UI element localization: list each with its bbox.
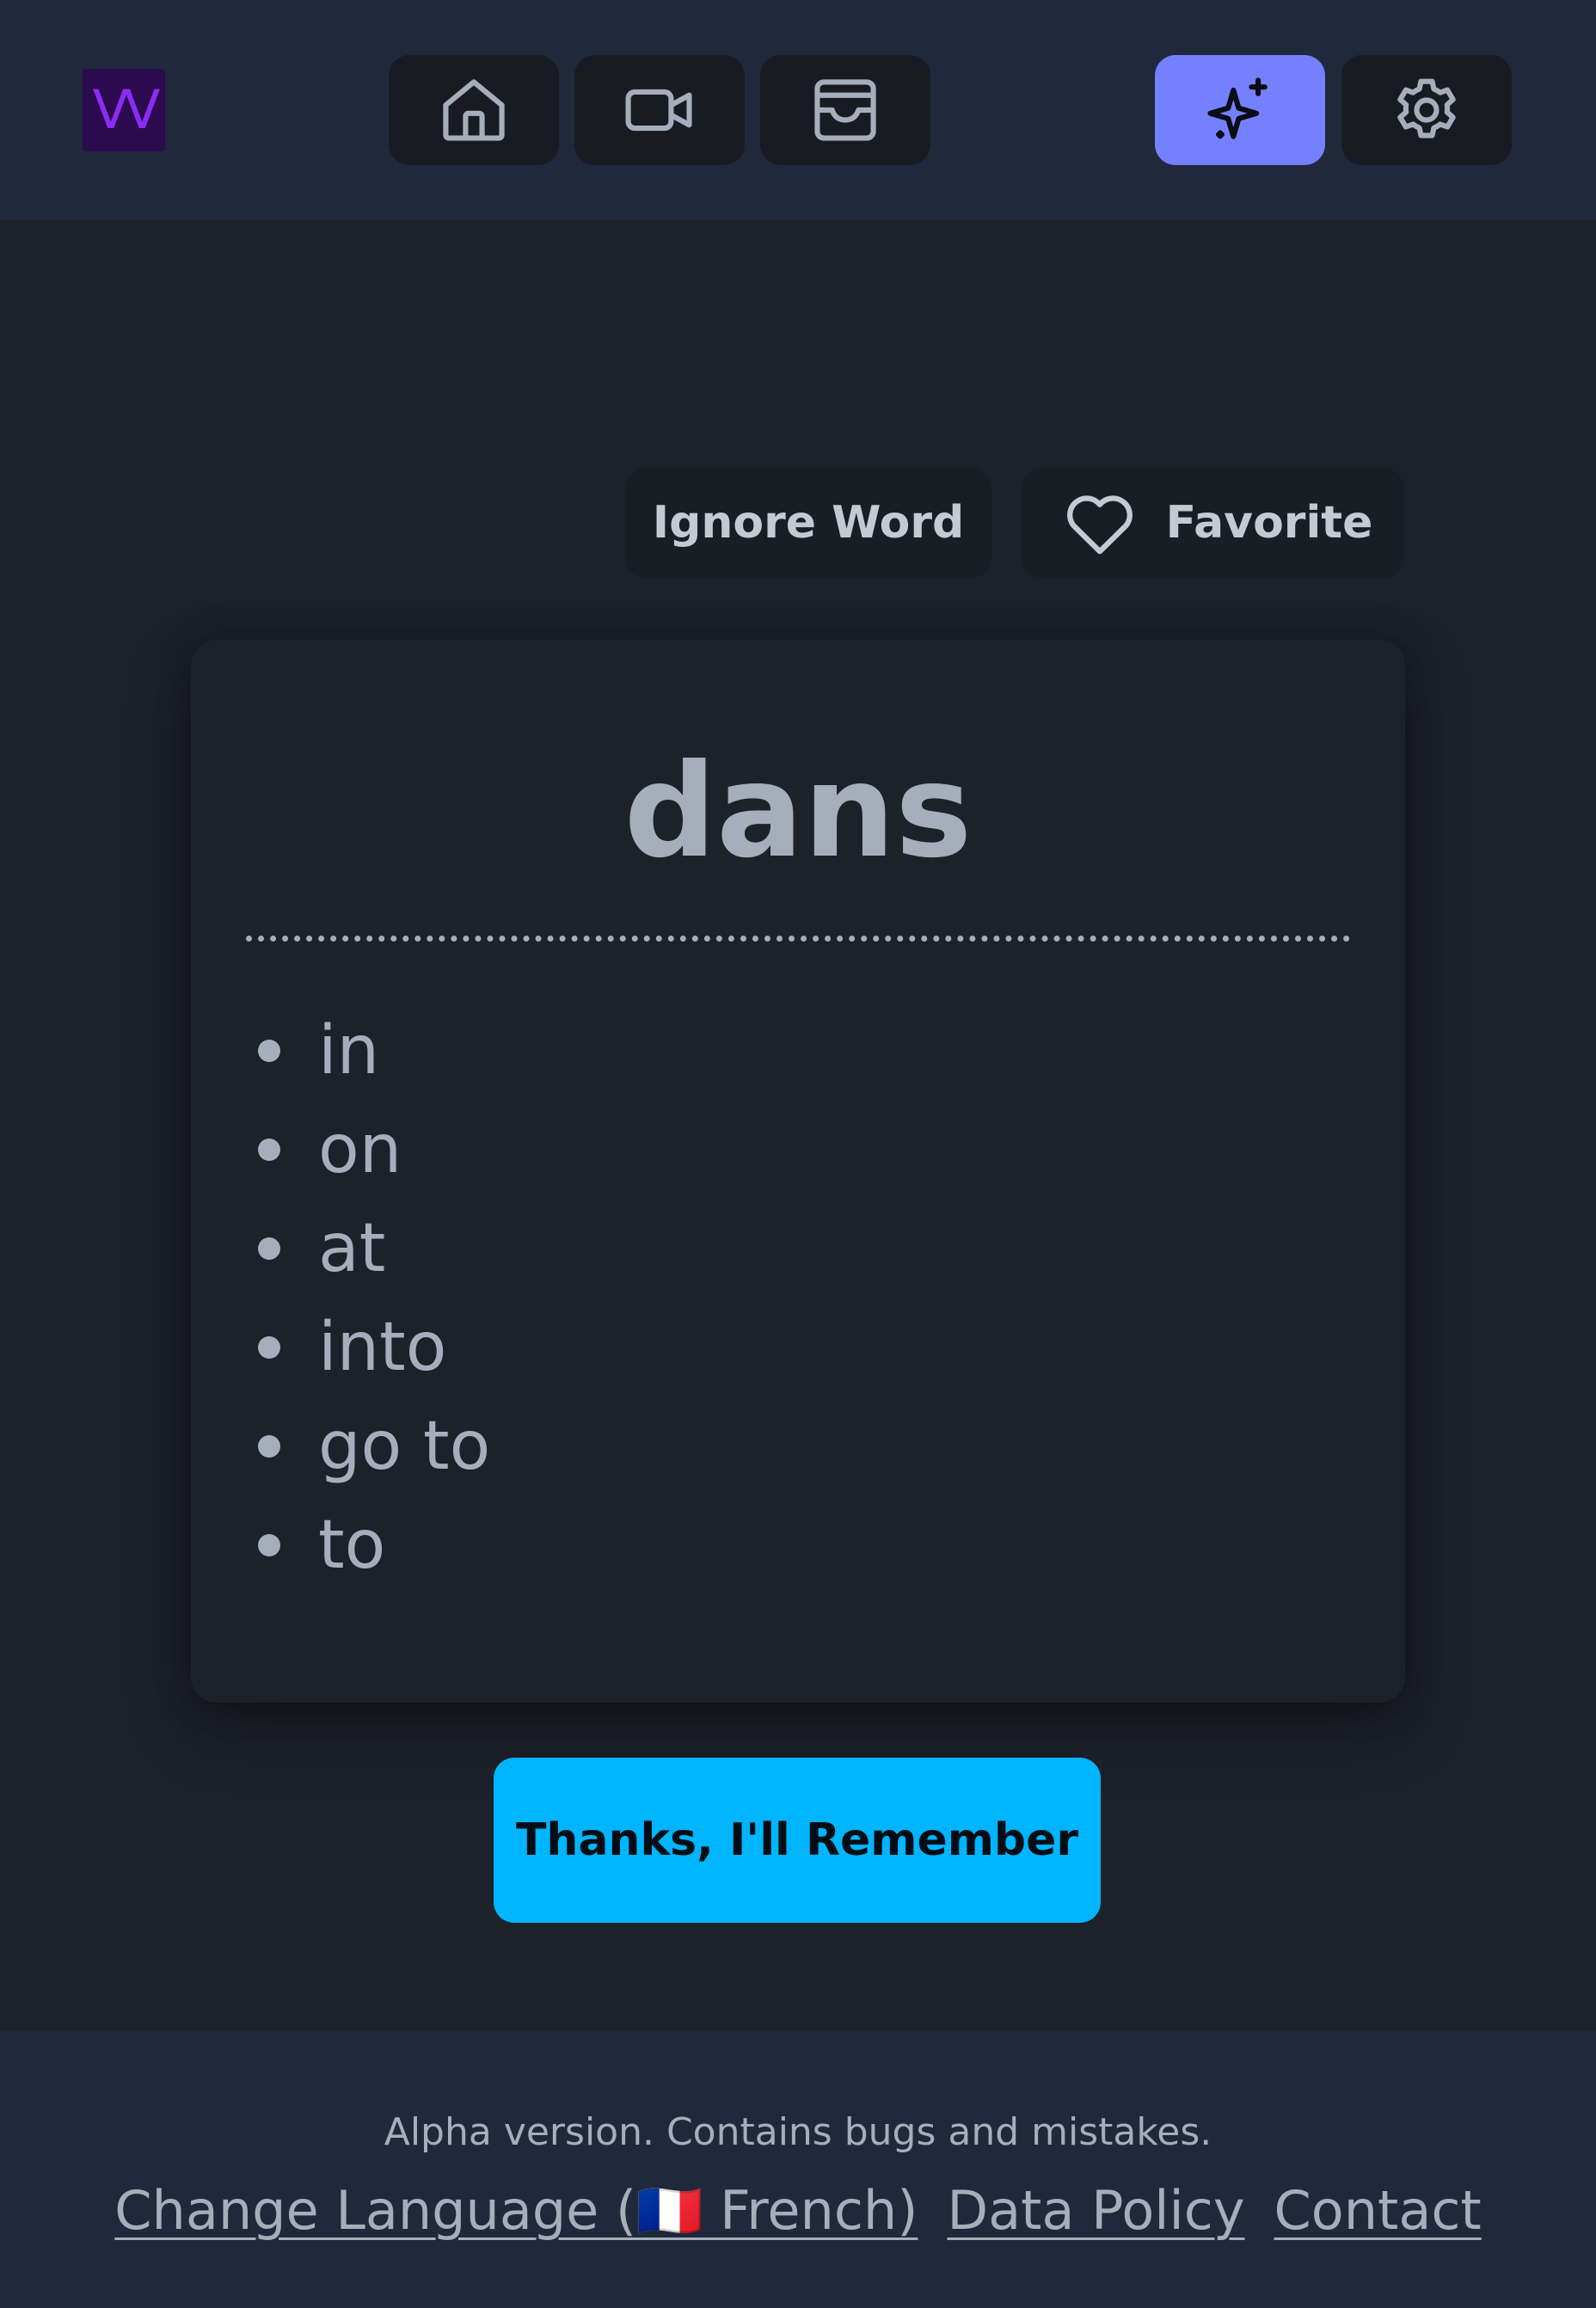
translation-text: into bbox=[318, 1308, 447, 1386]
favorite-label: Favorite bbox=[1165, 497, 1373, 549]
ignore-word-label: Ignore Word bbox=[652, 497, 965, 549]
word-card: dans in on at into go to to bbox=[191, 640, 1405, 1703]
ignore-word-button[interactable]: Ignore Word bbox=[625, 468, 991, 578]
footer: Alpha version. Contains bugs and mistake… bbox=[0, 2031, 1596, 2308]
list-item: in bbox=[246, 1001, 490, 1100]
bullet-dot bbox=[258, 1138, 280, 1161]
nav-home-button[interactable] bbox=[389, 55, 559, 165]
bullet-dot bbox=[258, 1434, 280, 1458]
video-camera-icon bbox=[625, 89, 692, 132]
nav-inbox-button[interactable] bbox=[760, 55, 930, 165]
bullet-dot bbox=[258, 1533, 280, 1556]
translation-list: in on at into go to to bbox=[246, 1001, 490, 1594]
favorite-button[interactable]: Favorite bbox=[1021, 468, 1404, 578]
nav-settings-button[interactable] bbox=[1341, 55, 1512, 165]
bullet-dot bbox=[258, 1039, 280, 1062]
change-language-link[interactable]: Change Language (🇫🇷 French) bbox=[114, 2179, 918, 2243]
word-title: dans bbox=[623, 737, 973, 887]
inbox-icon bbox=[814, 79, 876, 141]
translation-text: to bbox=[318, 1506, 386, 1584]
translation-text: in bbox=[318, 1011, 380, 1090]
heart-icon bbox=[1066, 495, 1133, 555]
app-logo[interactable]: VV bbox=[83, 69, 165, 151]
gear-icon bbox=[1397, 78, 1456, 138]
nav-video-button[interactable] bbox=[574, 55, 745, 165]
alpha-notice: Alpha version. Contains bugs and mistake… bbox=[384, 2110, 1212, 2154]
list-item: to bbox=[246, 1495, 490, 1594]
remember-label: Thanks, I'll Remember bbox=[515, 1814, 1079, 1866]
remember-button[interactable]: Thanks, I'll Remember bbox=[494, 1758, 1101, 1923]
footer-links: Change Language (🇫🇷 French) Data Policy … bbox=[0, 2179, 1596, 2243]
translation-text: go to bbox=[318, 1407, 491, 1485]
bullet-dot bbox=[258, 1237, 280, 1260]
home-icon bbox=[443, 79, 505, 141]
translation-text: at bbox=[318, 1209, 386, 1287]
bullet-dot bbox=[258, 1335, 280, 1359]
list-item: at bbox=[246, 1199, 490, 1298]
contact-link[interactable]: Contact bbox=[1274, 2179, 1482, 2243]
nav-sparkle-button[interactable] bbox=[1155, 55, 1325, 165]
list-item: into bbox=[246, 1298, 490, 1396]
list-item: go to bbox=[246, 1396, 490, 1495]
dotted-divider bbox=[246, 936, 1350, 942]
list-item: on bbox=[246, 1100, 490, 1199]
sparkles-icon bbox=[1207, 77, 1268, 139]
top-navbar: VV bbox=[0, 0, 1596, 220]
translation-text: on bbox=[318, 1110, 402, 1188]
data-policy-link[interactable]: Data Policy bbox=[947, 2179, 1244, 2243]
